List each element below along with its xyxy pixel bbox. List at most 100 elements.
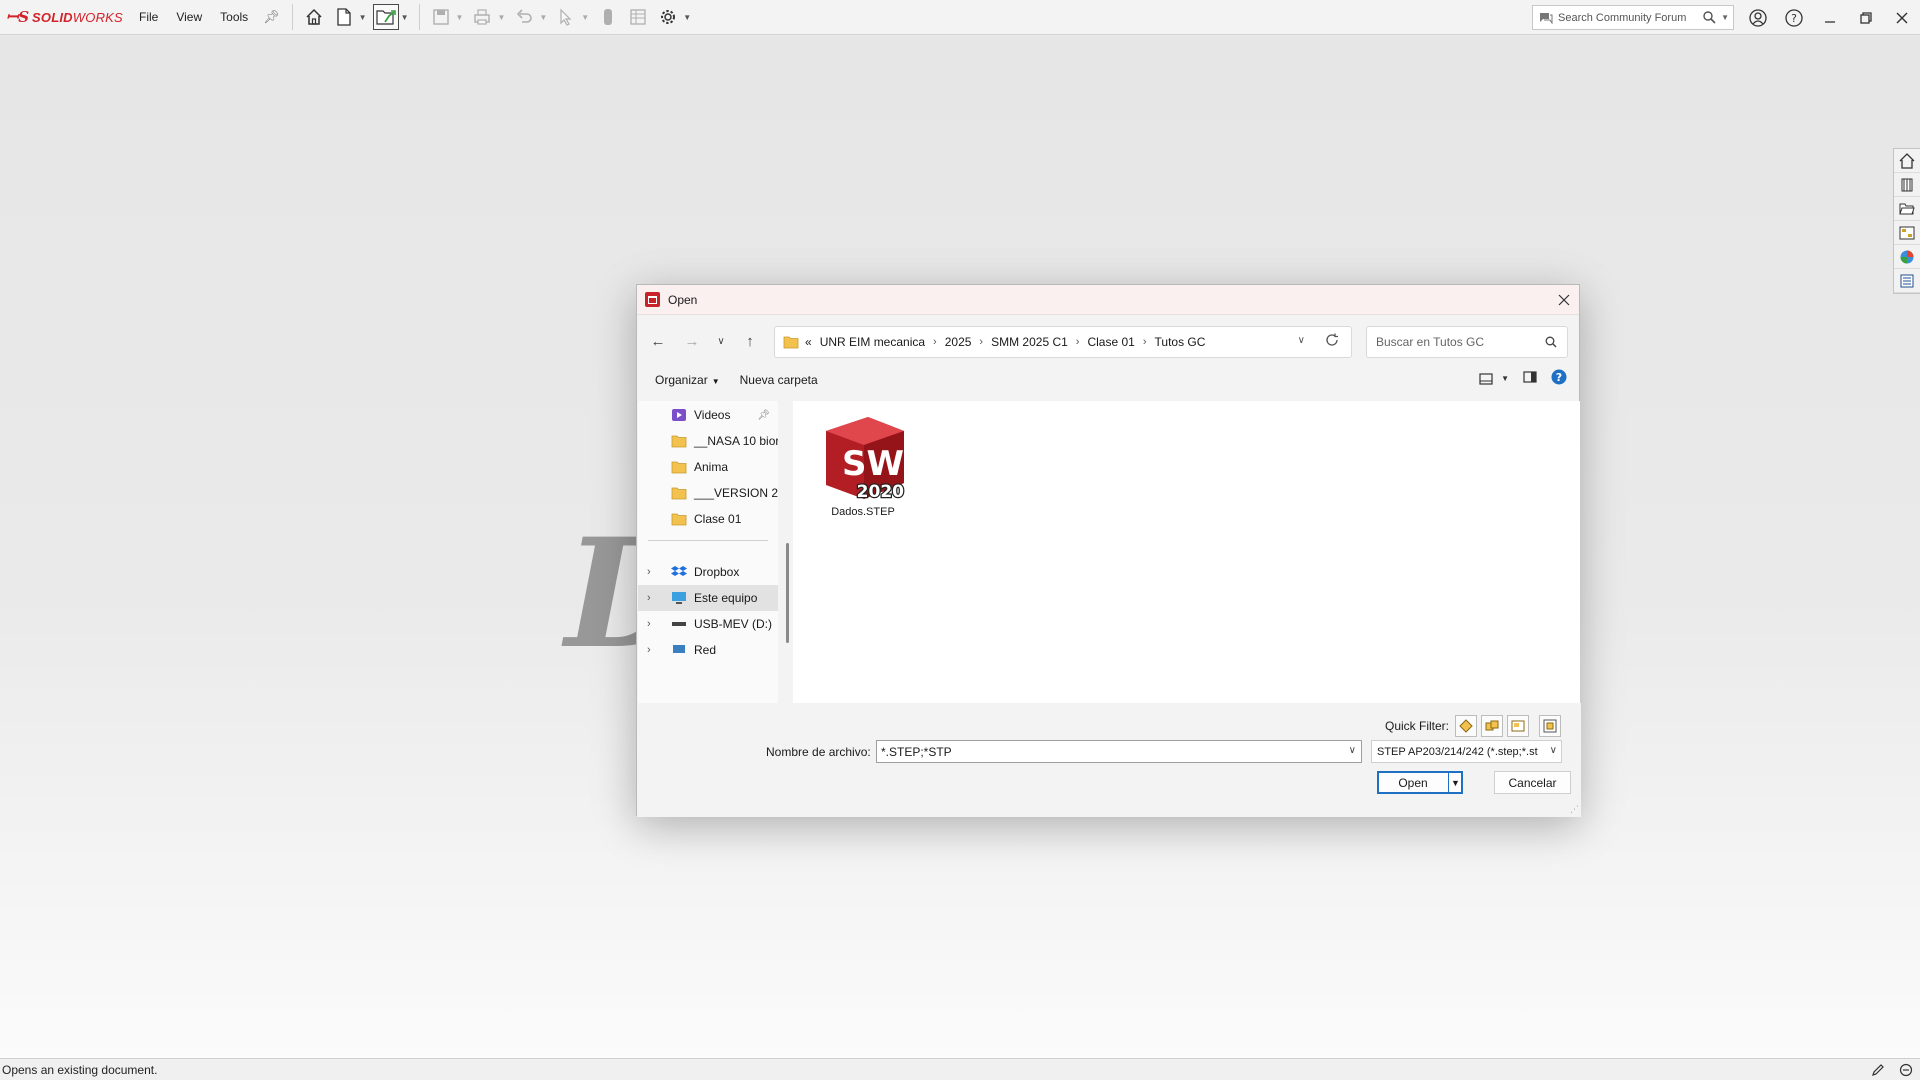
open-button[interactable]: Open ▼ <box>1377 771 1463 794</box>
restore-button[interactable] <box>1848 0 1884 35</box>
menu-tools[interactable]: Tools <box>211 0 257 35</box>
breadcrumb-overflow[interactable]: « <box>805 335 812 349</box>
nav-item-network[interactable]: › Red <box>638 637 778 663</box>
select-dropdown-caret[interactable]: ▼ <box>581 13 589 22</box>
rebuild-button[interactable] <box>595 4 621 30</box>
filter-parts-button[interactable] <box>1455 715 1478 737</box>
breadcrumb-item[interactable]: UNR EIM mecanica <box>820 335 925 349</box>
options-button[interactable] <box>655 4 681 30</box>
breadcrumb-item[interactable]: Tutos GC <box>1155 335 1206 349</box>
cancel-button[interactable]: Cancelar <box>1494 771 1571 794</box>
close-button[interactable] <box>1884 0 1920 35</box>
print-button[interactable] <box>469 4 495 30</box>
open-document-button[interactable] <box>372 4 399 30</box>
save-dropdown-caret[interactable]: ▼ <box>456 13 464 22</box>
task-pane-file-explorer-tab[interactable] <box>1894 197 1920 221</box>
nav-item-folder[interactable]: Anima <box>638 454 778 480</box>
pin-icon[interactable]: 📌︎ <box>257 9 286 25</box>
print-dropdown-caret[interactable]: ▼ <box>497 13 505 22</box>
nav-item-dropbox[interactable]: › Dropbox <box>638 559 778 585</box>
resize-grip-icon[interactable]: ⋰ <box>1570 804 1579 815</box>
view-palette-icon <box>1899 226 1915 239</box>
nav-item-folder[interactable]: ___VERSION 202 <box>638 480 778 506</box>
dialog-title-bar[interactable]: Open <box>637 285 1579 315</box>
chevron-right-icon[interactable]: › <box>647 644 651 656</box>
chevron-right-icon[interactable]: › <box>1143 336 1147 348</box>
nav-item-usb-drive[interactable]: › USB-MEV (D:) <box>638 611 778 637</box>
forward-button[interactable]: → <box>675 326 709 356</box>
minimize-button[interactable] <box>1812 0 1848 35</box>
new-dropdown-caret[interactable]: ▼ <box>359 13 367 22</box>
undo-button[interactable] <box>511 4 537 30</box>
filename-input[interactable]: *.STEP;*STP ∨ <box>876 740 1362 763</box>
folder-search-input[interactable]: Buscar en Tutos GC <box>1376 335 1545 349</box>
nav-item-this-pc[interactable]: › Este equipo <box>638 585 778 611</box>
task-pane-resources-tab[interactable] <box>1894 173 1920 197</box>
task-pane-home-tab[interactable] <box>1894 149 1920 173</box>
pin-icon[interactable]: 📌︎ <box>757 410 770 421</box>
chevron-down-icon[interactable]: ∨ <box>1549 745 1557 756</box>
help-button[interactable]: ? <box>1551 369 1567 388</box>
help-button[interactable]: ? <box>1776 0 1812 35</box>
graphics-area[interactable]: D Open ← → ∨ ↑ « UNR EIM mecanica › 2025… <box>0 36 1920 1058</box>
drive-icon <box>671 616 687 632</box>
file-item[interactable]: SW 2020 Dados.STEP <box>815 413 911 518</box>
new-folder-button[interactable]: Nueva carpeta <box>730 373 828 387</box>
task-pane-appearances-tab[interactable] <box>1894 245 1920 269</box>
home-button[interactable] <box>301 4 327 30</box>
save-button[interactable] <box>428 4 454 30</box>
community-search[interactable]: Search Community Forum ▼ <box>1532 5 1734 30</box>
status-toggle-button[interactable] <box>1892 1063 1920 1077</box>
task-pane-custom-properties-tab[interactable] <box>1894 269 1920 293</box>
menu-file[interactable]: File <box>130 0 167 35</box>
open-dropdown-caret[interactable]: ▼ <box>401 13 409 22</box>
chevron-right-icon[interactable]: › <box>647 592 651 604</box>
preview-pane-button[interactable] <box>1523 371 1537 386</box>
filter-drawings-button[interactable] <box>1507 715 1530 737</box>
community-search-input[interactable]: Search Community Forum <box>1558 12 1698 24</box>
nav-item-folder[interactable]: __NASA 10 biorr <box>638 428 778 454</box>
breadcrumb-item[interactable]: Clase 01 <box>1087 335 1134 349</box>
chevron-right-icon[interactable]: › <box>647 618 651 630</box>
address-dropdown-icon[interactable]: ∨ <box>1298 335 1305 346</box>
status-edit-button[interactable] <box>1864 1063 1892 1077</box>
open-options-dropdown[interactable]: ▼ <box>1448 772 1462 793</box>
help-icon: ? <box>1785 8 1803 27</box>
scrollbar-thumb[interactable] <box>786 543 789 643</box>
refresh-button[interactable] <box>1325 333 1339 350</box>
home-icon <box>1899 152 1915 169</box>
folder-search-box[interactable]: Buscar en Tutos GC <box>1366 326 1568 358</box>
file-list[interactable]: SW 2020 Dados.STEP <box>793 401 1580 703</box>
nav-item-videos[interactable]: Videos 📌︎ <box>638 402 778 428</box>
account-button[interactable] <box>1740 0 1776 35</box>
search-icon[interactable] <box>1703 11 1716 24</box>
breadcrumb-item[interactable]: SMM 2025 C1 <box>991 335 1068 349</box>
undo-dropdown-caret[interactable]: ▼ <box>539 13 547 22</box>
nav-item-folder[interactable]: Clase 01 <box>638 506 778 532</box>
file-type-select[interactable]: STEP AP203/214/242 (*.step;*.st ∨ <box>1371 740 1562 763</box>
back-button[interactable]: ← <box>641 326 675 356</box>
up-button[interactable]: ↑ <box>733 326 767 356</box>
dialog-close-button[interactable] <box>1549 285 1579 315</box>
chevron-right-icon[interactable]: › <box>933 336 937 348</box>
chevron-right-icon[interactable]: › <box>979 336 983 348</box>
filter-top-level-button[interactable] <box>1539 715 1562 737</box>
change-view-button[interactable]: ▼ <box>1479 372 1509 385</box>
options-dropdown-caret[interactable]: ▼ <box>683 13 691 22</box>
search-dropdown-caret[interactable]: ▼ <box>1721 13 1729 22</box>
solidworks-logo[interactable]: ꟷS SOLIDWORKS <box>0 0 130 35</box>
chevron-right-icon[interactable]: › <box>1076 336 1080 348</box>
menu-view[interactable]: View <box>167 0 211 35</box>
select-button[interactable] <box>553 4 579 30</box>
chevron-right-icon[interactable]: › <box>647 566 651 578</box>
address-bar[interactable]: « UNR EIM mecanica › 2025 › SMM 2025 C1 … <box>774 326 1352 358</box>
breadcrumb-item[interactable]: 2025 <box>945 335 972 349</box>
task-pane-view-palette-tab[interactable] <box>1894 221 1920 245</box>
recent-locations-button[interactable]: ∨ <box>709 326 733 356</box>
file-properties-button[interactable] <box>625 4 651 30</box>
filter-assemblies-button[interactable] <box>1481 715 1504 737</box>
new-document-button[interactable] <box>331 4 357 30</box>
command-bar: Organizar ▼ Nueva carpeta ▼ ? <box>637 365 1581 395</box>
chevron-down-icon[interactable]: ∨ <box>1349 745 1356 756</box>
organize-button[interactable]: Organizar ▼ <box>645 373 730 387</box>
